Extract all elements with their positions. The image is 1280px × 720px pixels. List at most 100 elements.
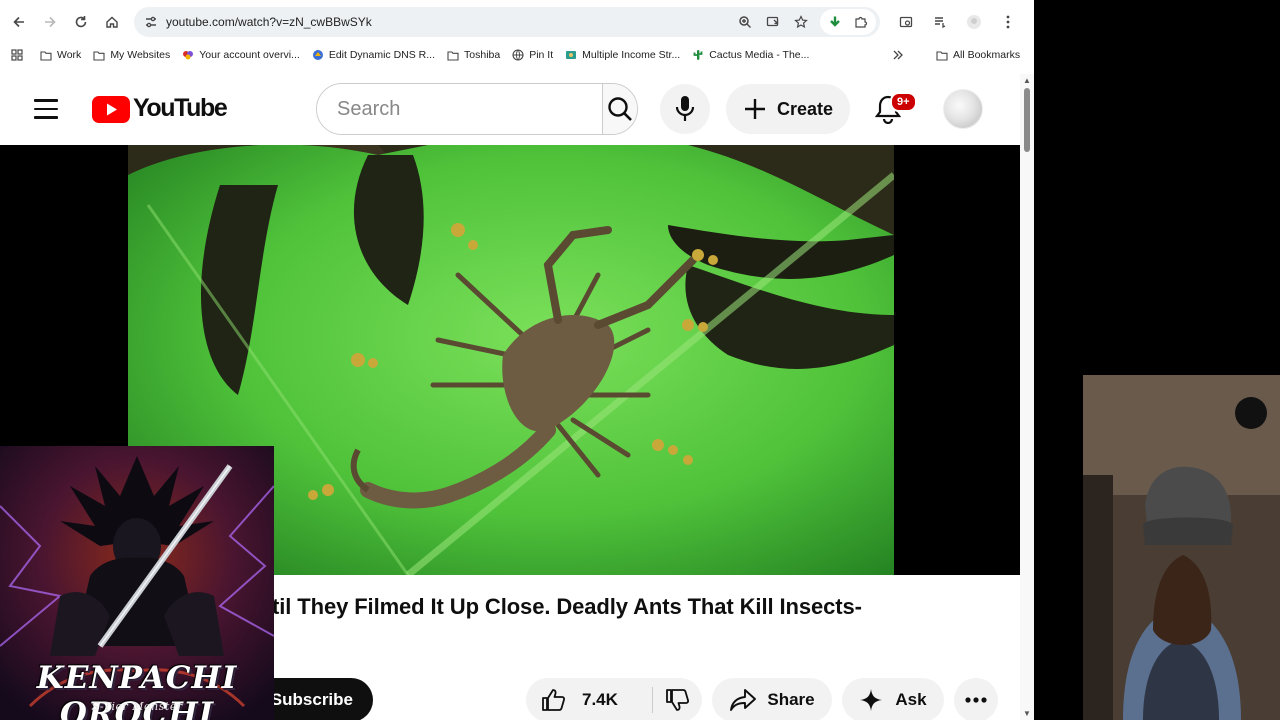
download-icon: [830, 16, 840, 27]
download-button[interactable]: [822, 9, 848, 35]
bookmark-account-overview[interactable]: Your account overvi...: [176, 49, 306, 61]
bookmark-label: Pin It: [529, 49, 554, 61]
zoom-icon: [739, 16, 751, 28]
create-button[interactable]: Create: [726, 84, 850, 134]
install-app-icon: [766, 16, 779, 27]
search-box: [316, 83, 638, 135]
guide-menu-button[interactable]: [28, 91, 64, 127]
tab-search-icon: [899, 16, 913, 28]
install-app-button[interactable]: [760, 9, 786, 35]
channel-art-overlay: KENPACHI OROCHI S-Tier Monster: [0, 446, 274, 720]
folder-icon: [93, 49, 105, 61]
hamburger-icon-bar: [34, 107, 58, 111]
kebab-menu-icon: [1006, 15, 1010, 29]
bookmark-label: My Websites: [110, 49, 171, 61]
search-icon: [608, 97, 632, 121]
voice-search-button[interactable]: [660, 84, 710, 134]
forward-button[interactable]: [36, 8, 64, 36]
like-dislike-group: 7.4K: [526, 678, 702, 720]
zoom-button[interactable]: [732, 9, 758, 35]
cactus-favicon-icon: [692, 49, 704, 61]
webcam-overlay: [1083, 375, 1280, 720]
ask-button[interactable]: Ask: [842, 678, 944, 720]
more-actions-button[interactable]: [954, 678, 998, 720]
all-bookmarks-label: All Bookmarks: [953, 49, 1021, 61]
income-favicon-icon: [565, 49, 577, 61]
folder-icon: [40, 49, 52, 61]
puzzle-icon: [855, 16, 868, 28]
create-label: Create: [776, 98, 834, 119]
globe-icon: [512, 49, 524, 61]
page-scrollbar[interactable]: ▲ ▼: [1020, 74, 1034, 720]
video-title: til They Filmed It Up Close. Deadly Ants…: [272, 594, 862, 619]
home-button[interactable]: [98, 8, 126, 36]
bookmark-label: Multiple Income Str...: [582, 49, 681, 61]
back-button[interactable]: [5, 8, 33, 36]
scrollbar-thumb[interactable]: [1024, 88, 1030, 152]
bookmark-toshiba[interactable]: Toshiba: [441, 49, 506, 61]
youtube-logo-text: YouTube: [133, 94, 228, 122]
bookmark-work[interactable]: Work: [34, 49, 87, 61]
media-control-button[interactable]: [926, 8, 954, 36]
thumbs-up-icon: [542, 689, 566, 711]
all-bookmarks-button[interactable]: All Bookmarks: [930, 44, 1026, 66]
forward-arrow-icon: [45, 16, 56, 28]
browser-menu-button[interactable]: [994, 8, 1022, 36]
bookmark-pin-it[interactable]: Pin It: [506, 49, 559, 61]
plus-icon: [744, 99, 765, 119]
back-arrow-icon: [13, 16, 24, 28]
dislike-button[interactable]: [653, 678, 701, 720]
apps-button[interactable]: [0, 49, 34, 61]
address-bar-actions: [732, 9, 876, 35]
tune-icon: [146, 16, 156, 28]
bookmark-label: Work: [57, 49, 82, 61]
profile-button[interactable]: [960, 8, 988, 36]
folder-icon: [936, 49, 948, 61]
folder-icon: [447, 49, 459, 61]
extensions-button[interactable]: [848, 9, 874, 35]
subscribe-label: Subscribe: [270, 690, 353, 709]
search-button[interactable]: [602, 84, 637, 134]
bookmark-label: Toshiba: [464, 49, 501, 61]
youtube-masthead: YouTube Create 9+: [0, 74, 1020, 144]
more-bookmarks-button[interactable]: [892, 44, 904, 66]
like-button[interactable]: 7.4K: [526, 678, 652, 720]
star-icon: [794, 15, 808, 29]
more-horizontal-icon: [965, 697, 987, 703]
person-webcam-image: [1083, 375, 1280, 720]
account-avatar[interactable]: [943, 89, 983, 129]
account-favicon-icon: [182, 49, 194, 61]
search-input[interactable]: [317, 84, 602, 134]
bookmarks-bar: Work My Websites Your account overvi... …: [0, 44, 1034, 66]
home-icon: [106, 16, 118, 28]
toolbar-right: [892, 8, 1022, 36]
extensions-pill: [820, 9, 876, 35]
scroll-up-arrow-icon[interactable]: ▲: [1023, 76, 1031, 85]
reload-button[interactable]: [67, 8, 95, 36]
youtube-play-logo-icon: [92, 96, 130, 123]
bookmark-label: Edit Dynamic DNS R...: [328, 49, 436, 61]
url-text[interactable]: youtube.com/watch?v=zN_cwBBwSYk: [166, 15, 732, 29]
bookmark-star-button[interactable]: [788, 9, 814, 35]
bookmark-my-websites[interactable]: My Websites: [87, 49, 176, 61]
reload-icon: [75, 16, 87, 28]
site-info-button[interactable]: [138, 15, 164, 29]
share-button[interactable]: Share: [712, 678, 832, 720]
share-arrow-icon: [730, 689, 757, 711]
hamburger-icon-bar: [34, 99, 58, 102]
profile-avatar-icon: [967, 15, 981, 29]
browser-toolbar: youtube.com/watch?v=zN_cwBBwSYk: [0, 0, 1034, 44]
thumbs-down-icon: [666, 689, 690, 711]
scroll-down-arrow-icon[interactable]: ▼: [1023, 709, 1031, 718]
address-bar[interactable]: youtube.com/watch?v=zN_cwBBwSYk: [134, 7, 880, 37]
tab-search-button[interactable]: [892, 8, 920, 36]
channel-art-subtitle: S-Tier Monster: [91, 700, 183, 713]
bookmark-multiple-income[interactable]: Multiple Income Str...: [559, 49, 686, 61]
youtube-logo[interactable]: YouTube: [92, 94, 228, 123]
share-label: Share: [767, 690, 815, 709]
double-chevron-icon: [893, 50, 903, 60]
ask-label: Ask: [895, 690, 927, 709]
bookmark-cactus-media[interactable]: Cactus Media - The...: [686, 49, 815, 61]
dns-favicon-icon: [312, 49, 324, 61]
bookmark-dynamic-dns[interactable]: Edit Dynamic DNS R...: [306, 49, 441, 61]
